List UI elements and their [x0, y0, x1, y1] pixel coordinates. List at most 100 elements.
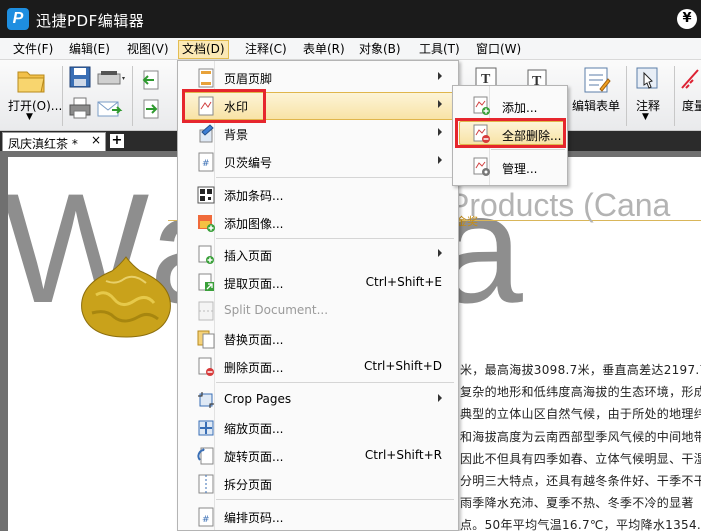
menu-item-shortcut: Ctrl+Shift+D: [364, 359, 442, 373]
body-text-line: 分明三大特点，还具有越冬条件好、干季不干: [460, 474, 701, 488]
bates-number-icon: #: [198, 152, 214, 172]
body-text-line: 因此不但具有四季如春、立体气候明显、干湿: [460, 452, 701, 466]
submenu-arrow-icon: [438, 249, 442, 257]
delete-page-icon: [198, 357, 214, 376]
email-button[interactable]: [96, 98, 124, 123]
menu-item-label: 替换页面...: [224, 333, 284, 347]
menu-item-delete-page[interactable]: 删除页面... Ctrl+Shift+D: [180, 354, 456, 380]
add-image-icon: [198, 215, 215, 232]
add-watermark-icon: [473, 96, 490, 115]
app-logo-icon: P: [7, 8, 29, 30]
insert-page-icon: [198, 245, 214, 264]
menu-separator: [216, 177, 454, 178]
menu-item-label: 删除页面...: [224, 361, 284, 375]
tab-document-label: 凤庆滇红茶 *: [8, 137, 78, 151]
menu-object[interactable]: 对象(B): [356, 40, 404, 59]
menu-tools[interactable]: 工具(T): [416, 40, 463, 59]
menu-bar: 文件(F) 编辑(E) 视图(V) 文档(D) 注释(C) 表单(R) 对象(B…: [0, 38, 701, 60]
menu-item-label: Split Document...: [224, 303, 329, 317]
menu-edit[interactable]: 编辑(E): [66, 40, 113, 59]
edit-form-label: 编辑表单: [572, 99, 621, 113]
menu-item-label: 页眉页脚: [224, 72, 273, 86]
page-numbering-icon: #: [198, 507, 214, 527]
body-text-line: 复杂的地形和低纬度高海拔的生态环境，形成: [460, 385, 701, 399]
menu-item-label: 添加条码...: [224, 189, 284, 203]
arrow-left-icon: [142, 70, 159, 90]
title-bar: P 迅捷PDF编辑器 ¥: [0, 0, 701, 38]
body-text-line: 和海拔高度为云南西部型季风气候的中间地带: [460, 430, 701, 444]
replace-page-icon: [197, 330, 215, 349]
menu-item-extract-page[interactable]: 提取页面... Ctrl+Shift+E: [180, 270, 456, 296]
save-icon: [69, 66, 91, 88]
submenu-item-manage-watermarks[interactable]: 管理...: [455, 154, 567, 180]
new-tab-button[interactable]: +: [110, 134, 124, 148]
toolbar-separator: [132, 66, 133, 126]
menu-view[interactable]: 视图(V): [124, 40, 172, 59]
rotate-page-icon: [197, 447, 214, 465]
menu-item-rotate-page[interactable]: 旋转页面... Ctrl+Shift+R: [180, 443, 456, 469]
gold-award-label: 金奖: [456, 215, 478, 228]
menu-file[interactable]: 文件(F): [10, 40, 56, 59]
menu-item-label: 提取页面...: [224, 277, 284, 291]
measure-label: 度量: [682, 99, 701, 113]
menu-separator: [216, 499, 454, 500]
tab-document[interactable]: 凤庆滇红茶 * ×: [2, 132, 106, 151]
edit-form-button[interactable]: [582, 65, 612, 98]
scan-button[interactable]: [96, 68, 126, 91]
menu-item-split-page[interactable]: 拆分页面: [180, 471, 456, 497]
menu-window[interactable]: 窗口(W): [473, 40, 524, 59]
menu-item-crop-pages[interactable]: Crop Pages: [180, 387, 456, 413]
menu-item-header-footer[interactable]: 页眉页脚: [180, 65, 456, 91]
menu-item-label: 插入页面: [224, 249, 273, 263]
menu-item-insert-page[interactable]: 插入页面: [180, 242, 456, 268]
edit-form-icon: [584, 67, 611, 93]
email-icon: [97, 101, 123, 117]
menu-separator: [216, 382, 454, 383]
menu-separator: [491, 149, 565, 150]
menu-item-replace-page[interactable]: 替换页面...: [180, 326, 456, 352]
submenu-item-label: 管理...: [502, 162, 538, 176]
toolbar-separator: [626, 66, 627, 126]
menu-item-label: 旋转页面...: [224, 450, 284, 464]
menu-item-add-image[interactable]: 添加图像...: [180, 210, 456, 236]
measure-button[interactable]: [680, 66, 701, 95]
submenu-item-add-watermark[interactable]: 添加...: [455, 93, 567, 119]
menu-comment[interactable]: 注释(C): [242, 40, 290, 59]
submenu-arrow-icon: [438, 156, 442, 164]
annotate-button[interactable]: [634, 65, 662, 96]
menu-item-add-barcode[interactable]: 添加条码...: [180, 182, 456, 208]
scanner-icon: [97, 71, 125, 85]
menu-form[interactable]: 表单(R): [300, 40, 348, 59]
open-dropdown-arrow-icon[interactable]: ▼: [26, 112, 33, 122]
menu-item-background[interactable]: 背景: [180, 121, 456, 147]
crop-pages-icon: [198, 392, 214, 408]
submenu-item-label: 添加...: [502, 101, 538, 115]
save-button[interactable]: [68, 65, 92, 92]
svg-text:#: #: [202, 515, 210, 525]
print-button[interactable]: [68, 96, 92, 123]
barcode-icon: [197, 186, 215, 204]
menu-item-label: 添加图像...: [224, 217, 284, 231]
toolbar-separator: [62, 66, 63, 126]
svg-text:#: #: [202, 159, 210, 169]
menu-item-label: Crop Pages: [224, 392, 292, 406]
arrow-right-icon: [143, 99, 159, 119]
currency-icon[interactable]: ¥: [677, 9, 697, 29]
menu-item-label: 拆分页面: [224, 478, 273, 492]
watermark-subtitle: Products (Cana: [448, 187, 671, 223]
background-icon: [199, 124, 214, 143]
menu-item-label: 背景: [224, 128, 249, 142]
open-button[interactable]: [16, 66, 46, 97]
forward-button[interactable]: [140, 98, 162, 123]
annotate-dropdown-arrow-icon[interactable]: ▼: [642, 112, 649, 122]
menu-separator: [216, 238, 454, 239]
back-button[interactable]: [140, 69, 162, 94]
menu-document[interactable]: 文档(D): [178, 40, 229, 59]
menu-item-resize-page[interactable]: 缩放页面...: [180, 415, 456, 441]
menu-item-shortcut: Ctrl+Shift+E: [365, 275, 442, 289]
manage-watermark-icon: [473, 157, 490, 176]
menu-item-bates-number[interactable]: # 贝茨编号: [180, 149, 456, 175]
close-tab-icon[interactable]: ×: [91, 133, 101, 147]
menu-item-page-numbering[interactable]: # 编排页码...: [180, 504, 456, 530]
body-text-line: 米，最高海拔3098.7米，垂直高差达2197.7米: [460, 363, 701, 377]
